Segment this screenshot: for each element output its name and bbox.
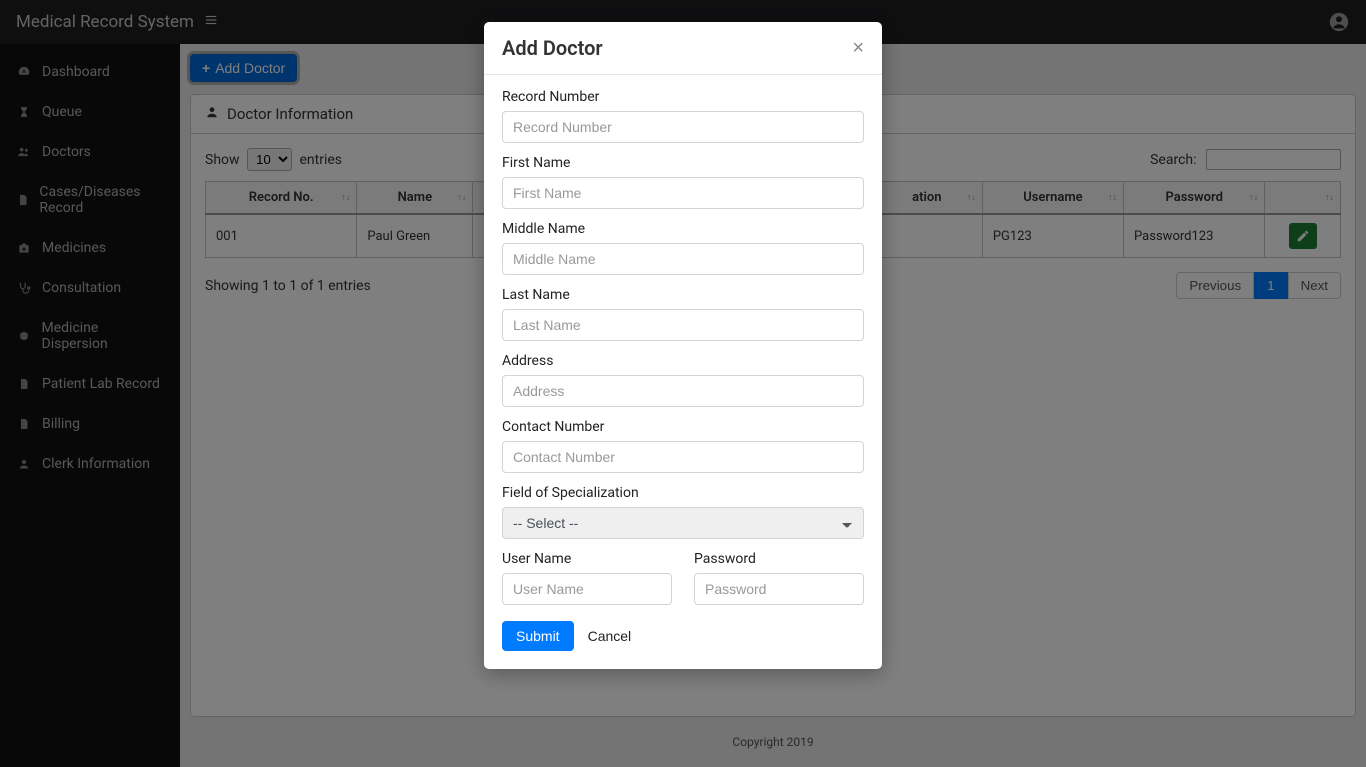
address-input[interactable] xyxy=(502,375,864,407)
first-name-input[interactable] xyxy=(502,177,864,209)
close-icon: × xyxy=(852,37,864,59)
contact-input[interactable] xyxy=(502,441,864,473)
modal-close-button[interactable]: × xyxy=(852,38,864,58)
cancel-button[interactable]: Cancel xyxy=(588,628,632,644)
specialization-label: Field of Specialization xyxy=(502,485,864,501)
first-name-label: First Name xyxy=(502,155,864,171)
address-label: Address xyxy=(502,353,864,369)
username-input[interactable] xyxy=(502,573,672,605)
record-number-label: Record Number xyxy=(502,89,864,105)
record-number-input[interactable] xyxy=(502,111,864,143)
middle-name-input[interactable] xyxy=(502,243,864,275)
middle-name-label: Middle Name xyxy=(502,221,864,237)
specialization-select[interactable]: -- Select -- xyxy=(502,507,864,539)
password-label: Password xyxy=(694,551,864,567)
password-input[interactable] xyxy=(694,573,864,605)
last-name-input[interactable] xyxy=(502,309,864,341)
contact-label: Contact Number xyxy=(502,419,864,435)
submit-button[interactable]: Submit xyxy=(502,621,574,651)
username-label: User Name xyxy=(502,551,672,567)
modal-title: Add Doctor xyxy=(502,36,603,60)
last-name-label: Last Name xyxy=(502,287,864,303)
add-doctor-modal: Add Doctor × Record Number First Name Mi… xyxy=(484,22,882,669)
